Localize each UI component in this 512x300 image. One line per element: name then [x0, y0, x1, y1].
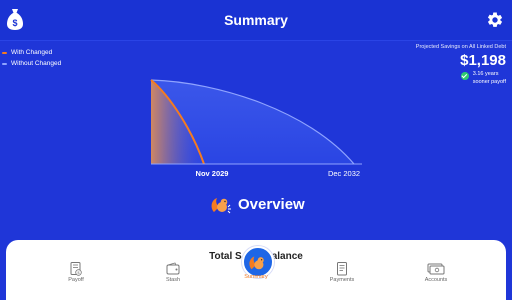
nav-item-payoff[interactable]: $ Payoff [46, 260, 106, 283]
nav-label: Stash [165, 277, 181, 283]
top-bar: $ Summary [0, 0, 512, 41]
nav-item-stash[interactable]: Stash [143, 260, 203, 283]
savings-amount: $1,198 [460, 52, 506, 69]
sooner-label: sooner payoff [472, 78, 506, 85]
squirrel-icon [211, 198, 231, 214]
wallet-icon [166, 262, 180, 275]
receipt-icon [337, 262, 347, 276]
nav-label: Summary [244, 274, 268, 280]
payoff-calculator-icon: $ [70, 262, 82, 276]
payoff-chart: Nov 2029 Dec 2032 [150, 79, 362, 178]
nav-label: Accounts [424, 277, 448, 283]
page-title: Summary [224, 12, 288, 28]
check-circle-icon [460, 72, 469, 80]
nav-label: Payments [329, 277, 355, 283]
chart-legend: With Changed Without Changed [2, 47, 61, 69]
overview-button[interactable]: Overview [210, 193, 305, 215]
sooner-payoff-text: 3.16 years sooner payoff [473, 71, 506, 86]
legend-label: With Changed [11, 49, 53, 56]
legend-swatch-with-changed [2, 51, 7, 54]
cash-stack-icon [427, 263, 445, 275]
legend-item-with-changed: With Changed [2, 47, 61, 58]
nav-label: Payoff [68, 277, 84, 283]
projected-savings: Projected Savings on All Linked Debt $1,… [416, 44, 506, 86]
legend-swatch-without-changed [2, 62, 7, 65]
overview-label: Overview [238, 195, 305, 213]
sooner-years: 3.16 years [472, 71, 499, 77]
nav-item-payments[interactable]: Payments [312, 260, 372, 283]
legend-item-without-changed: Without Changed [2, 58, 61, 69]
x-tick-label: Dec 2032 [328, 169, 360, 178]
x-tick-label: Nov 2029 [196, 169, 229, 178]
gear-icon[interactable] [486, 11, 504, 29]
sooner-payoff: 3.16 years sooner payoff [416, 71, 506, 86]
bottom-nav: $ Payoff Stash Summary Payments Accounts [0, 260, 512, 288]
nav-item-summary[interactable]: Summary [226, 274, 286, 280]
savings-label: Projected Savings on All Linked Debt [415, 44, 506, 50]
legend-label: Without Changed [11, 60, 62, 67]
nav-item-accounts[interactable]: Accounts [406, 260, 466, 283]
